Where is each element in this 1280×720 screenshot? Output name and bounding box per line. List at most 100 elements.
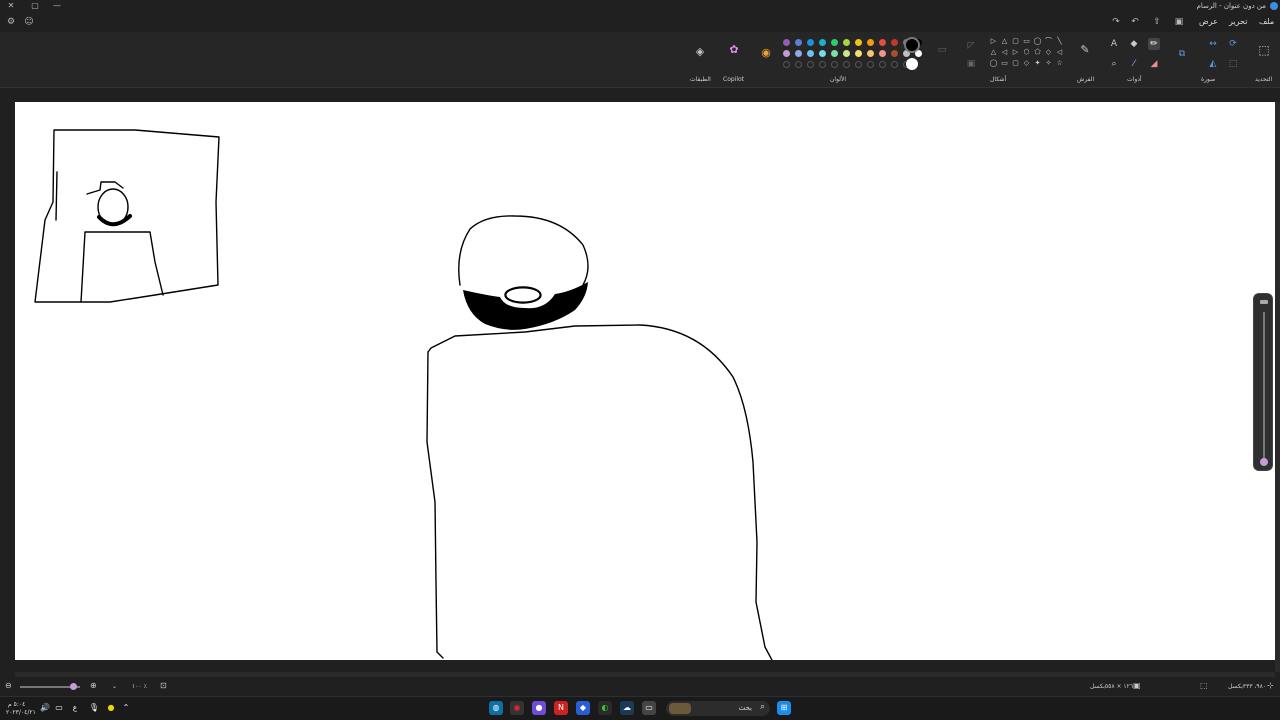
color-swatch[interactable] [807,50,814,57]
resize-icon[interactable]: ↔ [1207,38,1219,50]
color-swatch[interactable] [867,39,874,46]
color-swatch[interactable] [783,50,790,57]
shape-icon[interactable]: ◁ [1000,48,1009,57]
color-swatch[interactable] [831,39,838,46]
minimize-button[interactable]: — [46,0,68,12]
color-swatch[interactable] [879,39,886,46]
color-swatch[interactable] [843,39,850,46]
shape-icon[interactable]: ╲ [1055,37,1064,46]
custom-color-slot[interactable] [831,61,838,68]
text-tool-icon[interactable]: A [1108,38,1120,50]
crop-icon[interactable]: ⧉ [1176,48,1188,60]
color-swatch[interactable] [795,50,802,57]
color-swatch[interactable] [819,50,826,57]
settings-icon[interactable]: ⚙ [5,16,17,28]
magnifier-tool-icon[interactable]: ⌕ [1108,58,1120,70]
clock-date[interactable]: ٢٠٢٣/٠٤/٢١ [6,709,36,716]
shape-icon[interactable]: ✧ [1044,59,1053,68]
eraser-tool-icon[interactable]: ◢ [1148,58,1160,70]
netflix-taskbar-icon[interactable]: N [554,701,568,715]
layers-icon[interactable]: ◈ [694,46,706,58]
microphone-icon[interactable]: 🎙 [87,701,101,715]
zoom-out-icon[interactable]: ⊖ [5,681,12,690]
shape-icon[interactable]: ▢ [1011,59,1020,68]
shape-icon[interactable]: ▭ [1022,37,1031,46]
shape-icon[interactable]: △ [989,48,998,57]
color-swatch[interactable] [831,50,838,57]
custom-color-slot[interactable] [819,61,826,68]
horizontal-scrollbar[interactable] [15,672,1275,677]
copilot-icon[interactable]: ✿ [728,44,740,56]
custom-color-slot[interactable] [867,61,874,68]
slider-knob[interactable] [1260,458,1268,466]
zoom-level[interactable]: ١٠٠ ٪ [132,683,147,690]
chat-taskbar-icon[interactable]: ● [532,701,546,715]
store-taskbar-icon[interactable]: ◆ [576,701,590,715]
share-icon[interactable]: ⇪ [1151,16,1163,28]
primary-color[interactable] [904,37,920,53]
zoom-dropdown-icon[interactable]: ⌄ [112,683,117,690]
paint-taskbar-icon[interactable]: ◍ [489,701,503,715]
color-swatch[interactable] [891,39,898,46]
custom-color-slot[interactable] [891,61,898,68]
zoom-slider-knob[interactable] [70,683,77,690]
maximize-button[interactable]: ▢ [24,0,46,12]
menu-edit[interactable]: تحرير [1229,17,1247,26]
edit-colors-icon[interactable]: ◉ [760,47,772,59]
network-icon[interactable]: ▭ [52,701,66,715]
menu-view[interactable]: عرض [1199,17,1218,26]
zoom-in-icon[interactable]: ⊕ [90,681,97,690]
custom-color-slot[interactable] [855,61,862,68]
custom-color-slot[interactable] [783,61,790,68]
save-icon[interactable]: ▣ [1173,16,1185,28]
color-swatch[interactable] [891,50,898,57]
chevron-up-icon[interactable]: ⌃ [119,701,133,715]
language-indicator[interactable]: ع [68,701,82,715]
shape-icon[interactable]: ◯ [1033,37,1042,46]
shape-icon[interactable]: ⌒ [1044,37,1053,46]
shape-icon[interactable]: ▭ [1000,59,1009,68]
notification-dot-icon[interactable]: ● [104,701,118,715]
color-picker-tool-icon[interactable]: ⁄ [1128,58,1140,70]
drawing-canvas[interactable] [15,102,1275,660]
brush-icon[interactable]: ✎ [1079,44,1091,56]
vertical-scrollbar[interactable] [1275,102,1280,672]
screenshot-taskbar-icon[interactable]: ◉ [510,701,524,715]
shape-icon[interactable]: ▷ [989,37,998,46]
shape-icon[interactable]: △ [1000,37,1009,46]
shape-fill-dropdown-icon[interactable]: ▣ [965,58,977,70]
custom-color-slot[interactable] [879,61,886,68]
shape-icon[interactable]: ◯ [989,59,998,68]
selection-icon[interactable]: ⬚ [1258,44,1270,56]
color-swatch[interactable] [843,50,850,57]
shape-icon[interactable]: ☆ [1055,59,1064,68]
fill-tool-icon[interactable]: ◆ [1128,38,1140,50]
shape-icon[interactable]: ✦ [1033,59,1042,68]
color-swatch[interactable] [807,39,814,46]
color-swatch[interactable] [819,39,826,46]
volume-icon[interactable]: 🔊 [38,701,52,715]
close-button[interactable]: ✕ [0,0,22,12]
flip-icon[interactable]: ◭ [1207,58,1219,70]
rotate-icon[interactable]: ⟳ [1227,38,1239,50]
start-windows-icon[interactable]: ⊞ [777,701,791,715]
shape-fill-icon[interactable]: ◸ [965,40,977,52]
color-swatch[interactable] [855,50,862,57]
custom-color-slot[interactable] [807,61,814,68]
shape-icon[interactable]: ◁ [1055,48,1064,57]
shape-icon[interactable]: ⬡ [1022,48,1031,57]
custom-color-slot[interactable] [795,61,802,68]
shape-icon[interactable]: ◇ [1022,59,1031,68]
secondary-color[interactable] [906,58,918,70]
color-swatch[interactable] [867,50,874,57]
custom-color-slot[interactable] [843,61,850,68]
color-swatch[interactable] [879,50,886,57]
color-swatch[interactable] [783,39,790,46]
brush-size-slider[interactable] [1253,293,1273,471]
shape-icon[interactable]: ▷ [1011,48,1020,57]
chrome-taskbar-icon[interactable]: ◐ [598,701,612,715]
menu-file[interactable]: ملف [1259,17,1274,26]
color-swatch[interactable] [795,39,802,46]
steam-taskbar-icon[interactable]: ☁ [620,701,634,715]
redo-icon[interactable]: ↷ [1110,16,1122,28]
